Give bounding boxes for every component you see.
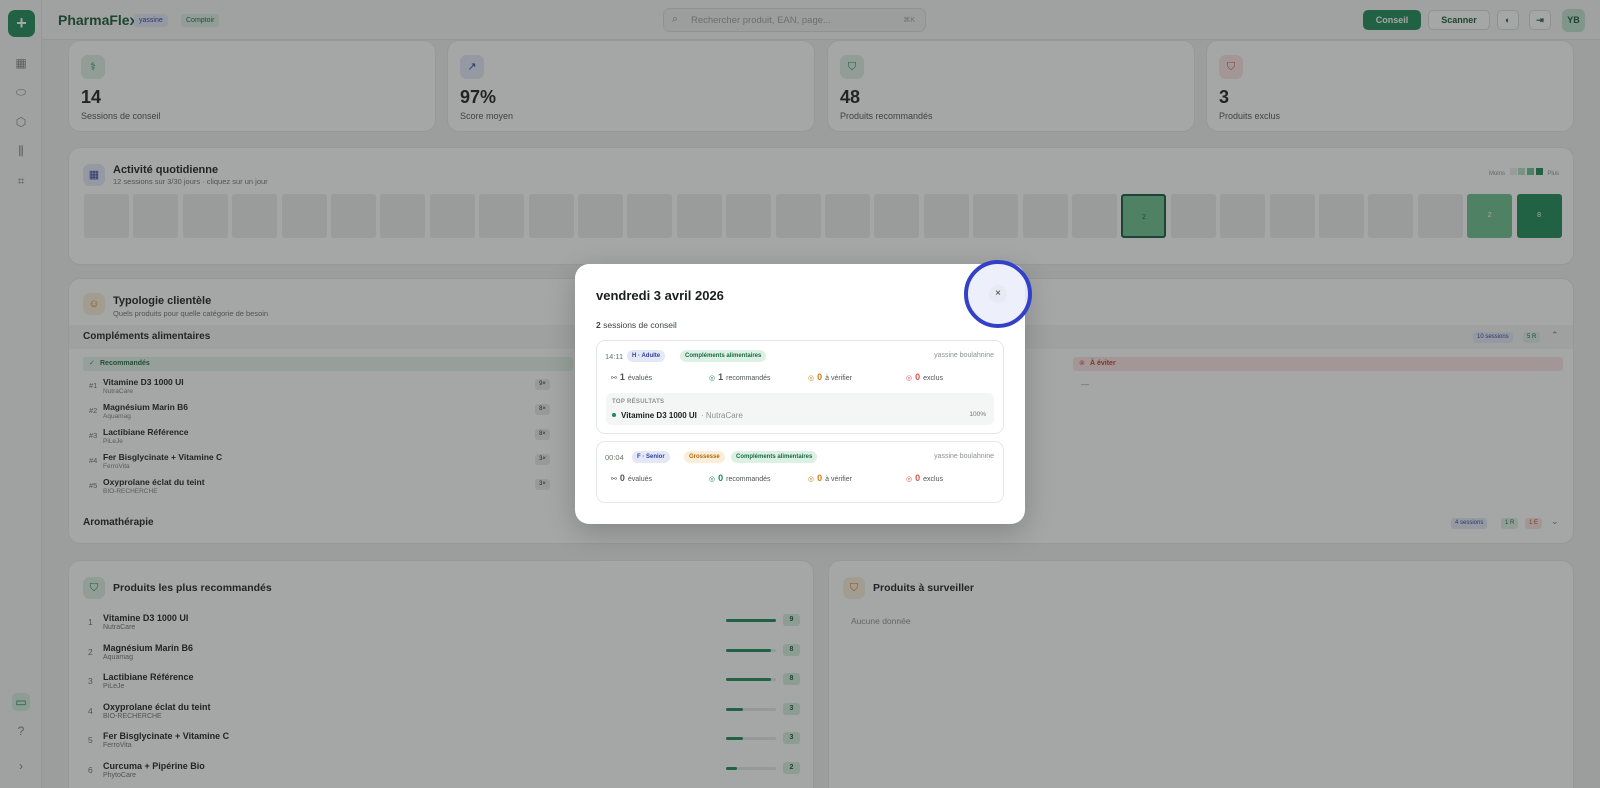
- profile-tag: H · Adulte: [627, 350, 666, 362]
- metric-recommandes: ◎ 1 recommandés: [709, 372, 771, 382]
- metric-recommandes: ◎ 0 recommandés: [709, 473, 771, 483]
- top-result-name: Vitamine D3 1000 UI: [621, 411, 697, 420]
- session-card[interactable]: 00:04 F · Senior Grossesse Compléments a…: [596, 441, 1004, 503]
- session-count-label: sessions de conseil: [603, 320, 677, 330]
- modal-title: vendredi 3 avril 2026: [596, 288, 724, 303]
- modal-session-count: 2 sessions de conseil: [596, 320, 677, 330]
- metric-a-verifier: ◎ 0 à vérifier: [808, 473, 852, 483]
- category-tag: Compléments alimentaires: [731, 451, 818, 463]
- top-results-label: TOP RÉSULTATS: [612, 399, 665, 405]
- alert-circle-icon: ◎: [808, 476, 815, 483]
- close-icon[interactable]: ×: [989, 285, 1007, 303]
- top-result-score: 100%: [969, 411, 986, 418]
- session-user: yassine boulahnine: [934, 453, 994, 460]
- x-circle-icon: ◎: [906, 375, 913, 382]
- metric-exclus: ◎ 0 exclus: [906, 473, 943, 483]
- day-detail-modal: vendredi 3 avril 2026 2 sessions de cons…: [575, 260, 1032, 524]
- close-highlight: ×: [964, 260, 1032, 328]
- check-circle-icon: ◎: [709, 375, 716, 382]
- link-icon: ⚯: [611, 375, 617, 382]
- session-card[interactable]: 14:11 H · Adulte Compléments alimentaire…: [596, 340, 1004, 434]
- link-icon: ⚯: [611, 476, 617, 483]
- check-circle-icon: ◎: [709, 476, 716, 483]
- x-circle-icon: ◎: [906, 476, 913, 483]
- metric-evalues: ⚯ 1 évalués: [611, 372, 653, 382]
- result-dot: [612, 413, 616, 417]
- top-results: TOP RÉSULTATS Vitamine D3 1000 UI · Nutr…: [606, 393, 994, 425]
- top-result-brand: · NutraCare: [701, 411, 743, 420]
- category-tag: Grossesse: [684, 451, 725, 463]
- session-user: yassine boulahnine: [934, 352, 994, 359]
- metric-a-verifier: ◎ 0 à vérifier: [808, 372, 852, 382]
- session-count-value: 2: [596, 320, 601, 330]
- session-time: 00:04: [605, 453, 624, 462]
- alert-circle-icon: ◎: [808, 375, 815, 382]
- metric-exclus: ◎ 0 exclus: [906, 372, 943, 382]
- profile-tag: F · Senior: [632, 451, 670, 463]
- metric-evalues: ⚯ 0 évalués: [611, 473, 653, 483]
- category-tag: Compléments alimentaires: [680, 350, 767, 362]
- session-time: 14:11: [605, 352, 624, 361]
